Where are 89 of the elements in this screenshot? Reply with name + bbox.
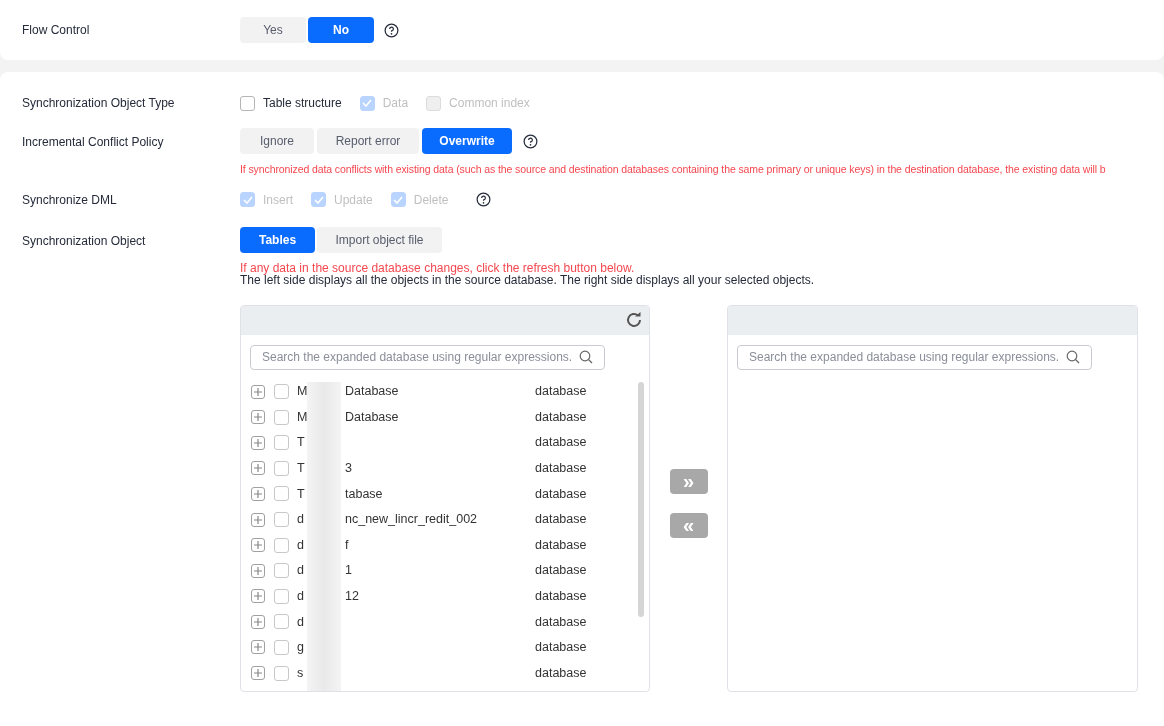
object-type: database [535, 639, 587, 657]
object-type: database [535, 383, 587, 401]
object-name: M [297, 383, 307, 401]
option-button[interactable]: Report error [317, 128, 419, 154]
checkbox[interactable] [274, 435, 289, 451]
checkbox[interactable] [274, 460, 289, 476]
field-label: Synchronization Object [22, 232, 147, 250]
object-type: database [535, 613, 587, 631]
checkbox[interactable] [274, 486, 289, 502]
object-name: T [297, 485, 306, 503]
checkbox-label: Delete [413, 191, 449, 209]
checkbox[interactable] [240, 95, 255, 111]
object-name: d [297, 613, 305, 631]
object-name: nc_new_lincr_redit_002 [345, 511, 479, 529]
search-field[interactable]: Search the expanded database using regular expressions. [250, 344, 605, 370]
checkbox[interactable] [274, 384, 289, 400]
option-button[interactable]: No [308, 17, 374, 43]
object-name: f [345, 536, 350, 554]
search-icon[interactable] [579, 350, 593, 365]
checkbox[interactable] [274, 537, 289, 553]
checkbox[interactable] [274, 512, 289, 527]
help-icon[interactable] [523, 133, 538, 149]
help-icon[interactable] [476, 192, 492, 208]
object-type: database [535, 434, 587, 452]
checkbox-label: Update [334, 191, 373, 209]
object-type: database [535, 459, 587, 477]
help-icon[interactable] [384, 22, 399, 38]
expand-icon[interactable] [251, 589, 265, 604]
checkbox-label: Insert [263, 191, 293, 209]
search-icon[interactable] [1066, 350, 1080, 365]
option-button[interactable]: Ignore [240, 128, 314, 154]
object-type: database [535, 664, 587, 682]
search-field[interactable]: Search the expanded database using regular expressions. [737, 344, 1092, 370]
field-label: Incremental Conflict Policy [22, 134, 165, 151]
scrollbar[interactable] [638, 381, 644, 617]
checkbox-label: Table structure [263, 95, 342, 112]
checkbox[interactable] [274, 409, 289, 425]
object-name: s [297, 664, 305, 682]
object-name: T [297, 459, 306, 477]
checkbox-label: Common index [449, 95, 530, 112]
expand-icon[interactable] [251, 640, 265, 655]
expand-icon[interactable] [251, 614, 265, 629]
field-label: Synchronize DML [22, 191, 118, 209]
object-type: database [535, 536, 587, 554]
move-left-button[interactable]: « [669, 512, 708, 538]
option-button[interactable]: Tables [240, 226, 315, 253]
checkbox[interactable] [274, 588, 289, 604]
field-label: Flow Control [22, 22, 91, 39]
object-name: M [297, 408, 307, 426]
object-name: Database [345, 408, 400, 426]
info-text: The left side displays all the objects in the source database. The right side displays all your selected objects. [240, 273, 816, 286]
expand-icon[interactable] [251, 538, 265, 553]
expand-icon[interactable] [251, 512, 265, 527]
checkbox[interactable] [274, 665, 289, 681]
object-name: Database [345, 383, 400, 401]
object-name: d [297, 511, 305, 529]
expand-icon[interactable] [251, 563, 265, 578]
checkbox[interactable] [274, 640, 289, 655]
refresh-icon[interactable] [625, 311, 643, 330]
field-label: Synchronization Object Type [22, 95, 176, 112]
move-right-button[interactable]: » [669, 468, 708, 494]
expand-icon[interactable] [251, 461, 265, 476]
option-button[interactable]: Yes [240, 17, 306, 43]
option-button[interactable]: Overwrite [422, 128, 512, 154]
object-name: d [297, 536, 305, 554]
object-name: 3 [345, 459, 353, 477]
object-type: database [535, 511, 587, 529]
expand-icon[interactable] [251, 410, 265, 425]
checkbox-label: Data [382, 95, 409, 112]
expand-icon[interactable] [251, 666, 265, 681]
option-button[interactable]: Import object file [317, 226, 442, 253]
object-type: database [535, 485, 587, 503]
object-name: 1 [345, 562, 353, 580]
object-name: g [297, 639, 305, 657]
object-name: tabase [345, 485, 384, 503]
object-name: d [297, 562, 305, 580]
expand-icon[interactable] [251, 384, 265, 399]
expand-icon[interactable] [251, 435, 265, 450]
checkbox[interactable] [274, 614, 289, 630]
object-name: T [297, 434, 306, 452]
object-name: 12 [345, 587, 360, 605]
object-type: database [535, 562, 587, 580]
warning-text: If any data in the source database changes, click the refresh button below. [240, 261, 636, 274]
checkbox[interactable] [274, 563, 289, 579]
object-name: d [297, 587, 305, 605]
expand-icon[interactable] [251, 486, 265, 501]
warning-text: If synchronized data conflicts with existing data (such as the source and destination databases containing the same primary or unique keys) in the destination database, the existing data will b [240, 162, 1106, 177]
object-type: database [535, 408, 587, 426]
object-type: database [535, 587, 587, 605]
